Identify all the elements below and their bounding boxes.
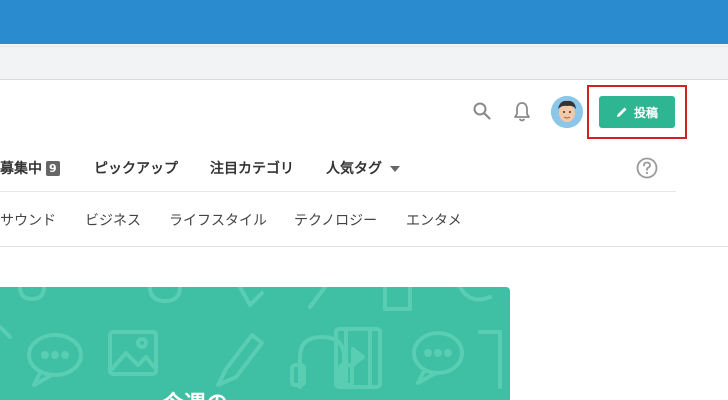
nav-item-pickup[interactable]: ピックアップ [94, 158, 178, 178]
nav-item-popular-tags[interactable]: 人気タグ [326, 158, 400, 178]
category-link[interactable]: ライフスタイル [169, 210, 267, 230]
category-link[interactable]: エンタメ [406, 210, 462, 230]
search-icon [473, 102, 491, 120]
nav-item-categories[interactable]: 注目カテゴリ [210, 158, 294, 178]
help-button[interactable] [636, 157, 658, 179]
pencil-icon [616, 107, 627, 117]
nav-item-label: 人気タグ [326, 161, 382, 177]
category-nav: サウンド ビジネス ライフスタイル テクノロジー エンタメ [0, 193, 728, 247]
notifications-button[interactable] [510, 97, 534, 127]
nav-item-recruiting[interactable]: 募集中 9 [0, 158, 60, 178]
browser-toolbar [0, 44, 728, 80]
nav-item-label: 注目カテゴリ [210, 161, 294, 177]
bell-icon [514, 102, 530, 122]
banner-title: 今週の [162, 386, 228, 400]
post-button[interactable]: 投稿 [599, 96, 675, 128]
nav-item-label: ピックアップ [94, 161, 178, 177]
main-nav: 募集中 9 ピックアップ 注目カテゴリ 人気タグ [0, 146, 676, 192]
feature-banner[interactable] [0, 287, 510, 400]
chevron-down-icon [390, 166, 400, 172]
post-button-label: 投稿 [633, 105, 658, 120]
help-icon [636, 157, 658, 179]
category-link[interactable]: テクノロジー [294, 210, 377, 230]
top-band [0, 0, 728, 44]
category-link[interactable]: サウンド [0, 210, 56, 230]
category-link[interactable]: ビジネス [85, 210, 141, 230]
search-button[interactable] [470, 97, 494, 125]
avatar-image [551, 96, 583, 128]
nav-item-label: 募集中 [0, 161, 42, 177]
user-avatar[interactable] [551, 96, 583, 128]
count-badge: 9 [46, 160, 60, 176]
banner-pattern [0, 287, 502, 389]
